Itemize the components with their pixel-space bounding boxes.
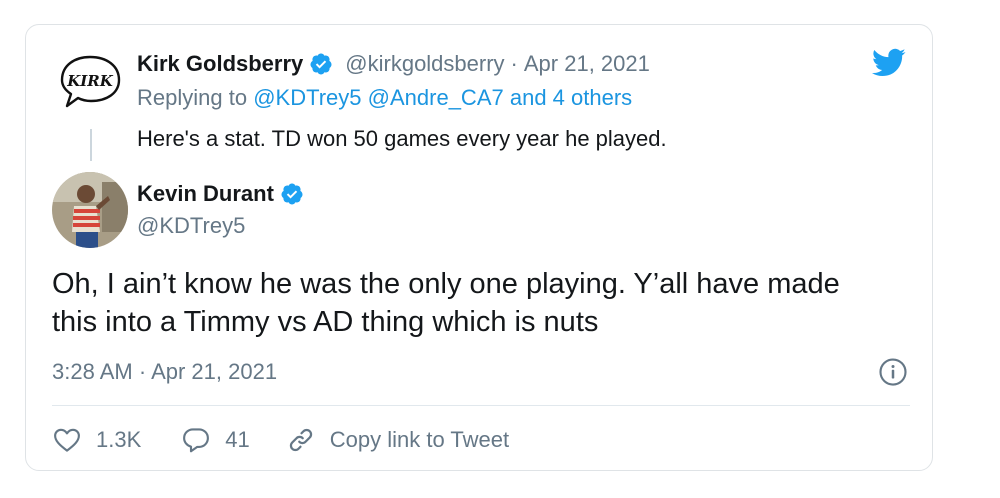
display-name[interactable]: Kevin Durant [137, 181, 274, 207]
speech-bubble-icon [183, 428, 210, 453]
info-icon[interactable] [878, 357, 908, 387]
tweet-text-line: Oh, I ain’t know he was the only one pla… [52, 268, 840, 300]
others-link[interactable]: and 4 others [510, 85, 632, 110]
avatar-kevin-durant[interactable] [52, 172, 128, 248]
like-button[interactable]: 1.3K [52, 425, 141, 455]
mention-link[interactable]: @Andre_CA7 [368, 85, 504, 110]
copy-link-button[interactable]: Copy link to Tweet [286, 425, 509, 455]
verified-badge-icon [281, 183, 303, 205]
avatar-kirk-goldsberry[interactable]: KIRK [53, 45, 127, 119]
divider [52, 405, 910, 406]
tweet-header: Kevin Durant [137, 179, 316, 209]
reply-button[interactable]: 41 [181, 425, 250, 455]
tweet-actions-bar: 1.3K 41 Copy link to Tweet [52, 423, 509, 457]
verified-badge-icon [310, 53, 332, 75]
separator-dot: · [510, 51, 518, 76]
copy-link-label: Copy link to Tweet [329, 427, 510, 452]
thread-connector-line [90, 129, 92, 161]
tweet-timestamp[interactable]: 3:28 AM · Apr 21, 2021 [52, 359, 277, 385]
tweet-date[interactable]: Apr 21, 2021 [151, 359, 277, 384]
reply-count: 41 [225, 427, 250, 452]
link-icon [289, 428, 312, 452]
replying-to-line: Replying to @KDTrey5 @Andre_CA7 and 4 ot… [137, 85, 632, 111]
display-name[interactable]: Kirk Goldsberry [137, 51, 303, 77]
handle[interactable]: @KDTrey5 [137, 213, 245, 239]
tweet-date[interactable]: Apr 21, 2021 [524, 51, 650, 77]
profile-photo [52, 172, 128, 248]
tweet-text: Oh, I ain’t know he was the only one pla… [52, 265, 912, 341]
replying-to-label: Replying to [137, 85, 248, 110]
tweet-time[interactable]: 3:28 AM [52, 359, 133, 384]
tweet-embed-card: KIRK Kirk Goldsberry @kirkgoldsberry · A… [25, 24, 933, 471]
like-count: 1.3K [96, 427, 142, 452]
mention-link[interactable]: @KDTrey5 [253, 85, 361, 110]
separator-dot: · [138, 359, 147, 384]
heart-icon [54, 428, 80, 452]
handle[interactable]: @kirkgoldsberry [345, 51, 504, 77]
avatar-logo-text: KIRK [66, 72, 114, 90]
twitter-bird-icon[interactable] [869, 45, 909, 79]
parent-tweet-header: Kirk Goldsberry @kirkgoldsberry · Apr 21… [137, 49, 650, 79]
tweet-text-line: this into a Timmy vs AD thing which is n… [52, 306, 599, 338]
parent-tweet-text: Here's a stat. TD won 50 games every yea… [137, 126, 667, 151]
kirk-logo-image: KIRK [53, 45, 127, 119]
